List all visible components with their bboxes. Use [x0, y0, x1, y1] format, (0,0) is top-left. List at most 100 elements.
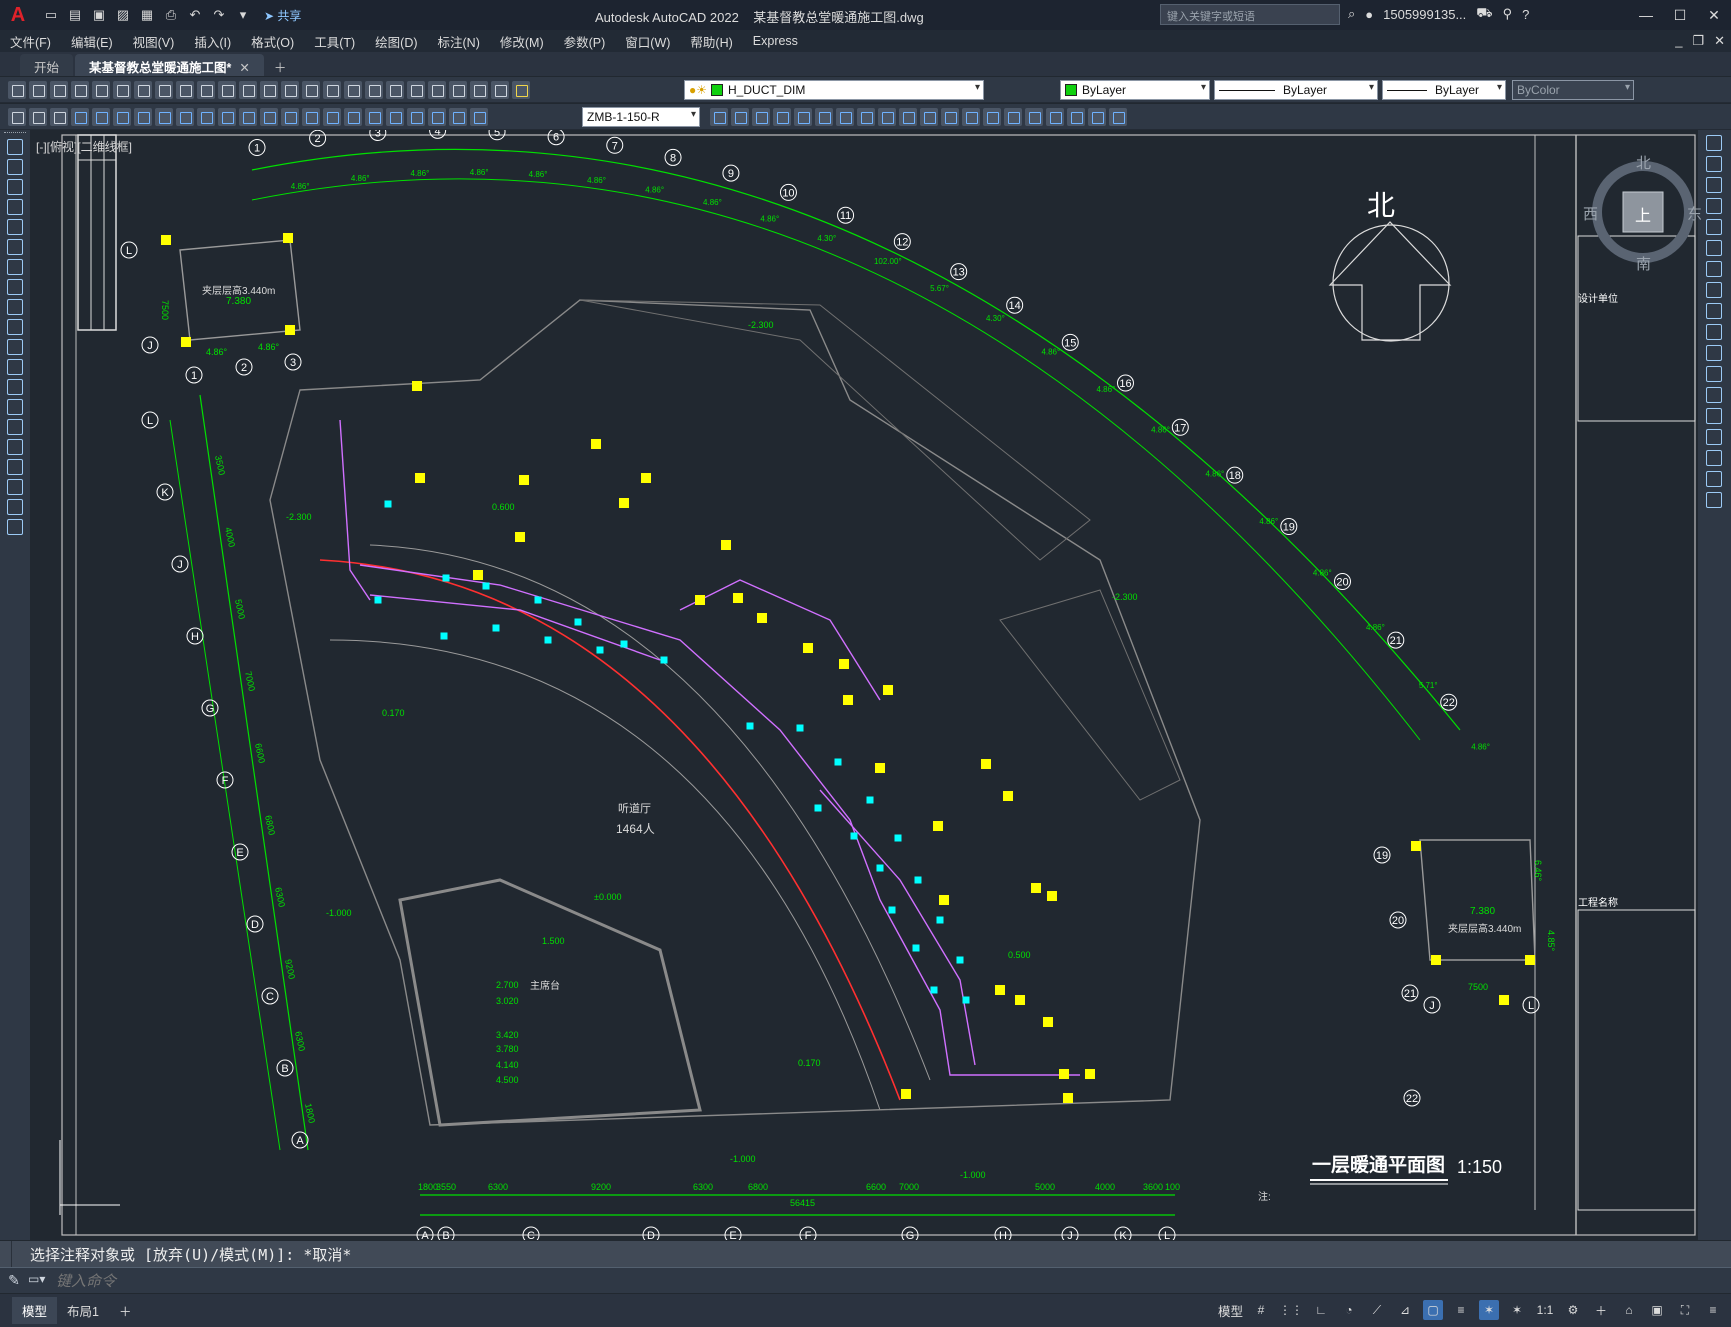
annotation-visibility-icon[interactable]: ✶: [1479, 1300, 1499, 1320]
menu-file[interactable]: 文件(F): [10, 32, 51, 51]
dim-radius-icon[interactable]: [155, 107, 173, 126]
menu-express[interactable]: Express: [753, 34, 798, 48]
save-icon[interactable]: ▣: [90, 6, 108, 24]
units-icon[interactable]: ⌂: [1619, 1300, 1639, 1320]
a360-icon[interactable]: ⚲: [1503, 6, 1513, 22]
toolbar-grip[interactable]: [4, 132, 26, 135]
menu-edit[interactable]: 编辑(E): [71, 32, 113, 51]
quick-properties-icon[interactable]: ▣: [1647, 1300, 1667, 1320]
make-block-icon[interactable]: [7, 379, 23, 395]
preview-icon[interactable]: [92, 80, 110, 99]
mtext-draw-icon[interactable]: [7, 499, 23, 515]
rotate-icon[interactable]: [1706, 261, 1722, 277]
selection-cycling-icon[interactable]: ▢: [1423, 1300, 1443, 1320]
doc-minimize-button[interactable]: _: [1675, 33, 1682, 49]
dim-break-icon[interactable]: [323, 107, 341, 126]
array-tool-icon[interactable]: [899, 107, 917, 126]
dim-update-icon[interactable]: [470, 107, 488, 126]
scale-tool-icon[interactable]: [941, 107, 959, 126]
tolerance-icon[interactable]: [344, 107, 362, 126]
tab-start[interactable]: 开始: [20, 54, 74, 76]
stretch-icon[interactable]: [1706, 303, 1722, 319]
text-edit-icon[interactable]: [8, 107, 26, 126]
tab-model[interactable]: 模型: [12, 1297, 58, 1324]
offset-icon[interactable]: [1706, 198, 1722, 214]
save-tool-icon[interactable]: [50, 80, 68, 99]
draworder-front-icon[interactable]: [731, 107, 749, 126]
explode-tool-icon[interactable]: [1109, 107, 1127, 126]
cut-icon[interactable]: [155, 80, 173, 99]
layer-properties-icon[interactable]: [512, 80, 530, 99]
tab-drawing[interactable]: 某基督教总堂暖通施工图* ✕: [75, 54, 264, 76]
menu-modify[interactable]: 修改(M): [500, 32, 544, 51]
chamfer-tool-icon[interactable]: [1067, 107, 1085, 126]
dim-edit-icon[interactable]: [428, 107, 446, 126]
layer-dropdown[interactable]: ●☀ H_DUCT_DIM ▾: [684, 80, 984, 100]
publish-icon[interactable]: [113, 80, 131, 99]
break-point-icon[interactable]: [1706, 366, 1722, 382]
table-icon[interactable]: [7, 479, 23, 495]
qnew-icon[interactable]: [8, 80, 26, 99]
command-grip[interactable]: [0, 1241, 12, 1267]
new-tab-button[interactable]: ＋: [266, 54, 295, 76]
center-mark-icon[interactable]: [365, 107, 383, 126]
copy-obj-icon[interactable]: [1706, 156, 1722, 172]
lineweight-dropdown[interactable]: ByLayer ▾: [1382, 80, 1506, 100]
model-space-label[interactable]: 模型: [1218, 1301, 1243, 1320]
new-icon[interactable]: ▭: [42, 6, 60, 24]
calculator-icon[interactable]: [470, 80, 488, 99]
zoom-realtime-icon[interactable]: [302, 80, 320, 99]
dim-space-icon[interactable]: [302, 107, 320, 126]
quick-dim-icon[interactable]: [239, 107, 257, 126]
menu-window[interactable]: 窗口(W): [625, 32, 670, 51]
move-icon[interactable]: [1706, 240, 1722, 256]
menu-help[interactable]: 帮助(H): [690, 32, 732, 51]
snap-icon[interactable]: ⋮⋮: [1279, 1300, 1303, 1320]
redo-tool-icon[interactable]: [260, 80, 278, 99]
join-tool-icon[interactable]: [1046, 107, 1064, 126]
close-tab-icon[interactable]: ✕: [239, 61, 249, 75]
erase-icon[interactable]: [1706, 135, 1722, 151]
properties-icon[interactable]: [365, 80, 383, 99]
chamfer-icon[interactable]: [1706, 429, 1722, 445]
menu-format[interactable]: 格式(O): [251, 32, 294, 51]
customize-status-icon[interactable]: ≡: [1703, 1300, 1723, 1320]
design-center-icon[interactable]: [386, 80, 404, 99]
help-icon[interactable]: ?: [1522, 7, 1529, 22]
viewcube[interactable]: 北 南 东 西 上: [1583, 150, 1703, 273]
search-icon[interactable]: ⌕: [1348, 6, 1355, 22]
color-dropdown[interactable]: ByLayer ▾: [1060, 80, 1210, 100]
redo-icon[interactable]: ↷: [210, 6, 228, 24]
markup-icon[interactable]: [449, 80, 467, 99]
draworder-above-icon[interactable]: [773, 107, 791, 126]
help-tool-icon[interactable]: [491, 80, 509, 99]
dim-ordinate-icon[interactable]: [134, 107, 152, 126]
arc-icon[interactable]: [7, 239, 23, 255]
dimstyle-manager-icon[interactable]: [710, 107, 728, 126]
grid-icon[interactable]: #: [1251, 1300, 1271, 1320]
fillet-tool-icon[interactable]: [1088, 107, 1106, 126]
tab-layout1[interactable]: 布局1: [57, 1297, 109, 1324]
dim-diameter-icon[interactable]: [197, 107, 215, 126]
hatch-icon[interactable]: [7, 419, 23, 435]
annotation-scale[interactable]: 1:1: [1535, 1300, 1555, 1320]
spline-icon[interactable]: [7, 299, 23, 315]
search-input[interactable]: 键入关键字或短语: [1160, 4, 1340, 25]
dim-angular-icon[interactable]: [218, 107, 236, 126]
ellipse-arc-icon[interactable]: [7, 339, 23, 355]
break-tool-icon[interactable]: [1025, 107, 1043, 126]
blend-icon[interactable]: [1706, 471, 1722, 487]
menu-dimension[interactable]: 标注(N): [438, 32, 480, 51]
isodraft-icon[interactable]: ⟋: [1367, 1300, 1387, 1320]
mirror-tool-icon[interactable]: [857, 107, 875, 126]
dimstyle-dropdown[interactable]: ZMB-1-150-R ▾: [582, 107, 700, 127]
extend-icon[interactable]: [1706, 345, 1722, 361]
drawing-canvas[interactable]: 1 4.86° 2 4.86° 3 4.86° 4 4.86° 5 4.86° 6 4.86° 7 4.8…: [30, 130, 1698, 1240]
circle-icon[interactable]: [7, 259, 23, 275]
sheetset-icon[interactable]: [428, 80, 446, 99]
osnap-icon[interactable]: ⊿: [1395, 1300, 1415, 1320]
rotate-tool-icon[interactable]: [920, 107, 938, 126]
menu-tools[interactable]: 工具(T): [314, 32, 355, 51]
share-button[interactable]: ➤ 共享: [264, 7, 301, 24]
autocad-logo-icon[interactable]: A: [0, 0, 36, 30]
